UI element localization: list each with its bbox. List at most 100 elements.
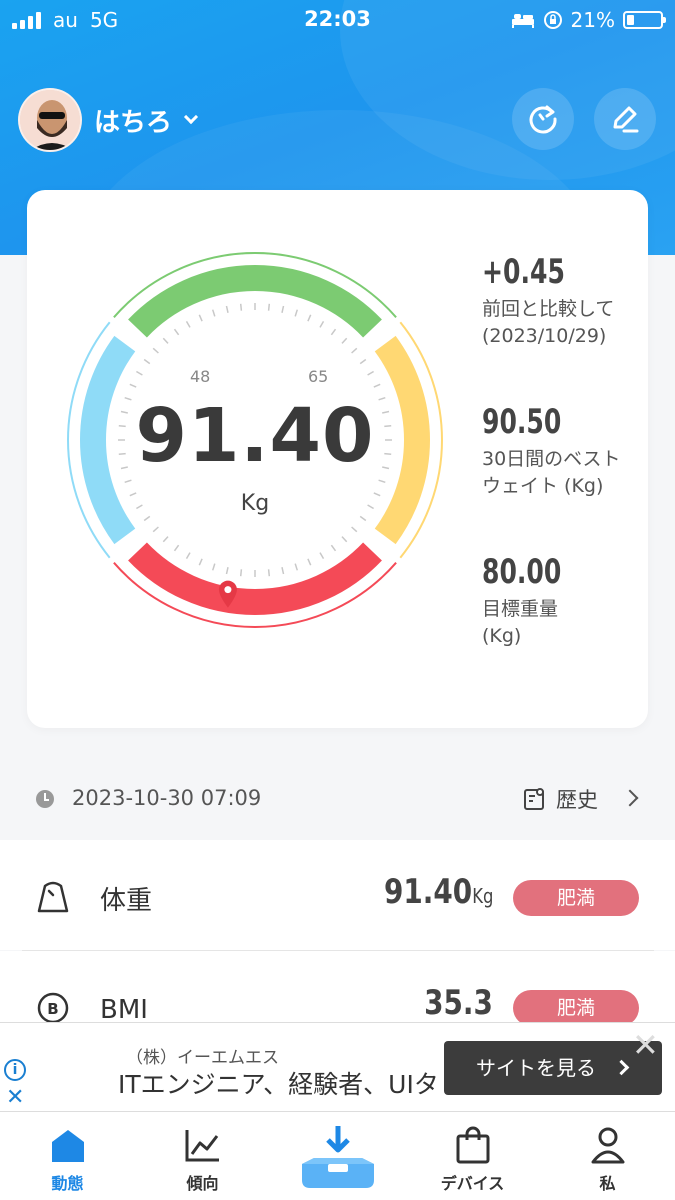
tab-measure[interactable] bbox=[270, 1112, 405, 1200]
scale-download-icon bbox=[302, 1126, 374, 1188]
gauge-tick bbox=[211, 563, 216, 571]
stat-change: +0.45 前回と比較して (2023/10/29) bbox=[482, 252, 614, 350]
gauge-marker-dot bbox=[224, 586, 232, 594]
stat-best-weight: 90.50 30日間のベスト ウェイト (Kg) bbox=[482, 402, 621, 500]
gauge-tick bbox=[281, 567, 285, 575]
ad-choices-close-icon[interactable]: ✕ bbox=[6, 1085, 24, 1110]
gauge-tick bbox=[367, 370, 374, 376]
gauge-tick bbox=[330, 544, 337, 552]
refresh-icon bbox=[529, 105, 557, 134]
shopping-bag-icon bbox=[456, 1126, 490, 1164]
gauge-tick bbox=[341, 337, 348, 344]
metric-value: 35.3 bbox=[424, 983, 493, 1023]
ad-close-icon[interactable]: ✕ bbox=[632, 1029, 659, 1061]
tab-label: 傾向 bbox=[186, 1174, 219, 1193]
gauge-tick bbox=[351, 526, 358, 533]
stat-value: 80.00 bbox=[482, 552, 562, 592]
weight-unit: Kg bbox=[240, 491, 270, 516]
gauge-tick bbox=[281, 305, 285, 313]
weight-icon bbox=[37, 881, 69, 913]
gauge-tick bbox=[173, 544, 180, 552]
stat-target-weight: 80.00 目標重量 (Kg) bbox=[482, 552, 579, 650]
weight-gauge: 48 65 91.40 Kg bbox=[60, 245, 450, 635]
rotation-lock-icon bbox=[543, 11, 562, 29]
metric-row-bmi[interactable]: B BMI 35.3 肥満 bbox=[0, 951, 675, 1026]
bed-icon bbox=[511, 14, 534, 28]
ad-cta-button[interactable]: サイトを見る bbox=[444, 1041, 662, 1095]
chevron-right-icon bbox=[613, 1059, 630, 1076]
gauge-tick bbox=[341, 536, 348, 543]
gauge-tick bbox=[162, 536, 169, 543]
stat-value: 90.50 bbox=[482, 402, 562, 442]
gauge-tick bbox=[198, 558, 203, 566]
status-bar: au 5G 22:03 21% bbox=[0, 0, 675, 40]
gauge-tick bbox=[152, 347, 159, 354]
gauge-tick bbox=[136, 370, 143, 376]
chevron-down-icon bbox=[183, 109, 199, 125]
gauge-tick bbox=[330, 328, 337, 336]
tab-me[interactable]: 私 bbox=[540, 1112, 675, 1200]
user-switcher[interactable]: はちろ bbox=[18, 88, 199, 152]
gauge-tick bbox=[239, 569, 243, 577]
battery-level bbox=[627, 15, 634, 25]
edit-icon bbox=[613, 106, 639, 133]
history-link[interactable]: 歴史 bbox=[522, 784, 598, 814]
chevron-right-icon[interactable] bbox=[621, 789, 639, 807]
ad-headline: ITエンジニア、経験者、UIタ bbox=[118, 1070, 439, 1099]
gauge-tick bbox=[173, 328, 180, 336]
gauge-tick bbox=[294, 563, 299, 571]
current-weight: 91.40 bbox=[135, 393, 375, 479]
gauge-label-right: 65 bbox=[308, 367, 329, 386]
bmi-icon: B bbox=[37, 992, 69, 1024]
home-icon bbox=[52, 1130, 84, 1162]
measurement-datetime: 2023-10-30 07:09 bbox=[72, 786, 262, 810]
edit-button[interactable] bbox=[594, 88, 656, 150]
gauge-tick bbox=[307, 558, 312, 566]
gauge-tick bbox=[162, 337, 169, 344]
tab-label: デバイス bbox=[440, 1174, 505, 1193]
gauge-tick bbox=[267, 569, 271, 577]
trend-chart-icon bbox=[185, 1130, 219, 1162]
gauge-tick bbox=[319, 321, 325, 328]
ad-banner[interactable]: i ✕ （株）イーエムエス ITエンジニア、経験者、UIタ サイトを見る ✕ bbox=[0, 1022, 675, 1112]
stat-desc: (Kg) bbox=[482, 625, 522, 647]
user-name: はちろ bbox=[94, 107, 173, 138]
bottom-tab-bar: 動態 傾向 デバイス 私 bbox=[0, 1112, 675, 1200]
gauge-tick bbox=[225, 567, 229, 575]
history-label: 歴史 bbox=[556, 788, 598, 812]
svg-text:B: B bbox=[47, 1000, 58, 1018]
gauge-tick bbox=[211, 309, 216, 317]
gauge-tick bbox=[185, 321, 191, 328]
gauge-tick bbox=[143, 358, 151, 365]
person-icon bbox=[591, 1127, 625, 1164]
gauge-label-left: 48 bbox=[190, 367, 211, 386]
stat-desc: (2023/10/29) bbox=[482, 325, 607, 347]
gauge-tick bbox=[124, 479, 132, 484]
gauge-tick bbox=[373, 383, 381, 388]
gauge-tick bbox=[359, 515, 367, 522]
gauge-tick bbox=[143, 515, 151, 522]
metric-row-weight[interactable]: 体重 91.40Kg 肥満 bbox=[0, 840, 675, 950]
measurement-info-row: 2023-10-30 07:09 歴史 bbox=[0, 770, 675, 830]
gauge-tick bbox=[307, 314, 312, 322]
status-badge: 肥満 bbox=[513, 880, 639, 916]
metric-number: 35.3 bbox=[424, 983, 493, 1023]
metric-name: BMI bbox=[100, 995, 148, 1025]
tab-trends[interactable]: 傾向 bbox=[135, 1112, 270, 1200]
ad-info-icon[interactable]: i bbox=[4, 1059, 26, 1081]
history-icon bbox=[524, 788, 544, 810]
tab-dynamics[interactable]: 動態 bbox=[0, 1112, 135, 1200]
gauge-tick bbox=[198, 314, 203, 322]
tab-label: 動態 bbox=[51, 1174, 84, 1193]
refresh-button[interactable] bbox=[512, 88, 574, 150]
metric-name: 体重 bbox=[100, 886, 153, 916]
gauge-tick bbox=[319, 552, 325, 559]
stat-desc: 前回と比較して bbox=[482, 298, 615, 320]
stat-desc: ウェイト (Kg) bbox=[482, 475, 604, 497]
stat-desc: 目標重量 bbox=[482, 598, 559, 620]
tab-devices[interactable]: デバイス bbox=[405, 1112, 540, 1200]
metric-unit: Kg bbox=[471, 884, 493, 908]
gauge-tick bbox=[267, 303, 271, 311]
battery-percent: 21% bbox=[570, 8, 615, 32]
gauge-tick bbox=[225, 305, 229, 313]
